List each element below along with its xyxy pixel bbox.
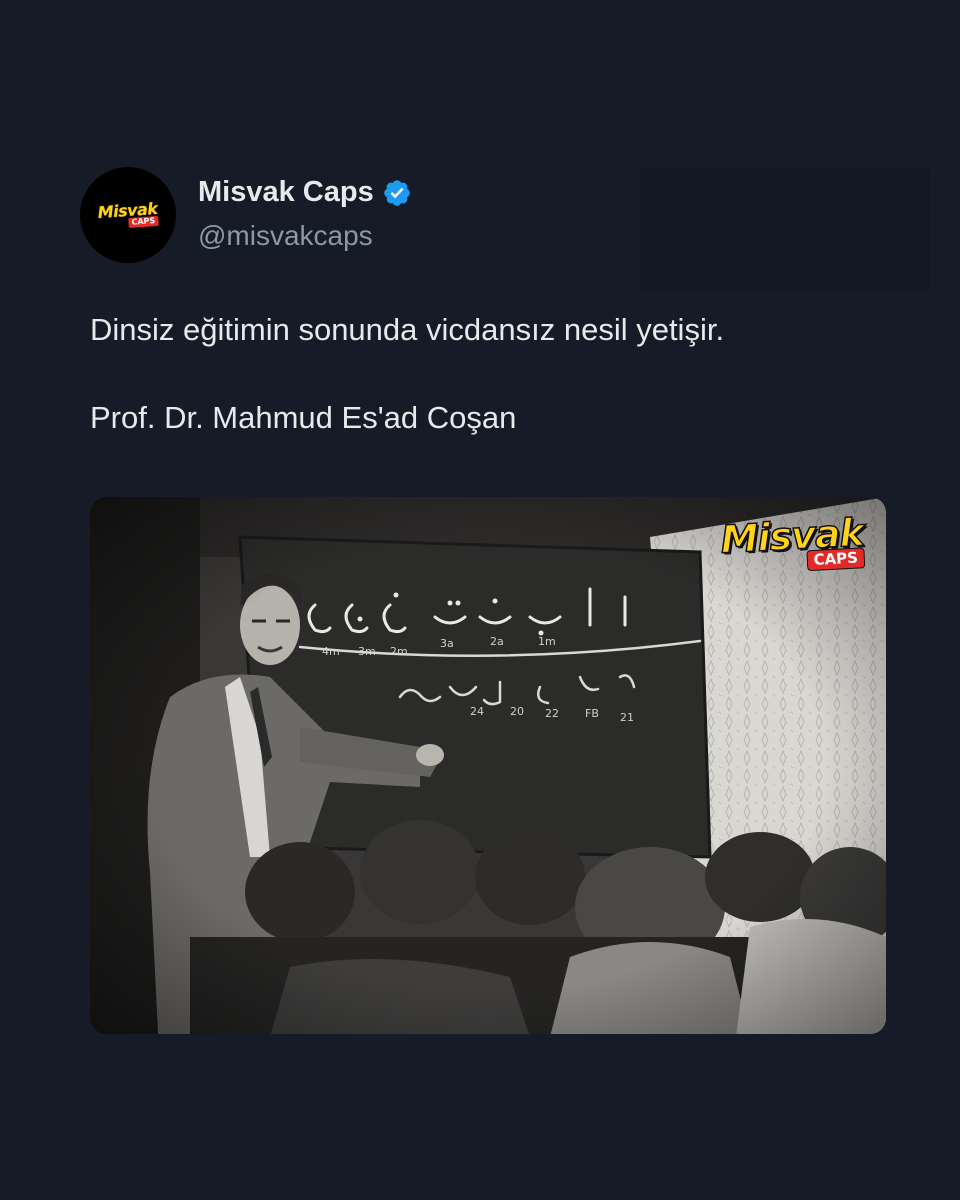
avatar-logo-sub: CAPS: [128, 215, 159, 228]
author-name-row[interactable]: Misvak Caps: [198, 176, 412, 209]
tweet-text-line: Dinsiz eğitimin sonunda vicdansız nesil …: [90, 312, 725, 347]
watermark-sub: CAPS: [805, 547, 866, 571]
tweet-text: Dinsiz eğitimin sonunda vicdansız nesil …: [90, 308, 890, 440]
avatar[interactable]: Misvak CAPS: [80, 167, 176, 263]
tweet-image[interactable]: 4m3m2m 3a2a1m 242022 FB21: [90, 497, 886, 1034]
tweet-screenshot: Misvak CAPS Misvak Caps @misvakcaps Dins…: [0, 0, 960, 1200]
display-name[interactable]: Misvak Caps: [198, 176, 374, 209]
author-handle[interactable]: @misvakcaps: [198, 220, 373, 252]
faint-header-area: [640, 168, 930, 292]
avatar-logo: Misvak CAPS: [97, 198, 159, 229]
classroom-photo: 4m3m2m 3a2a1m 242022 FB21: [90, 497, 886, 1034]
tweet-text-line: Prof. Dr. Mahmud Es'ad Coşan: [90, 400, 517, 435]
media-watermark-logo: Misvak CAPS: [719, 510, 866, 575]
verified-badge-icon: [383, 179, 410, 206]
